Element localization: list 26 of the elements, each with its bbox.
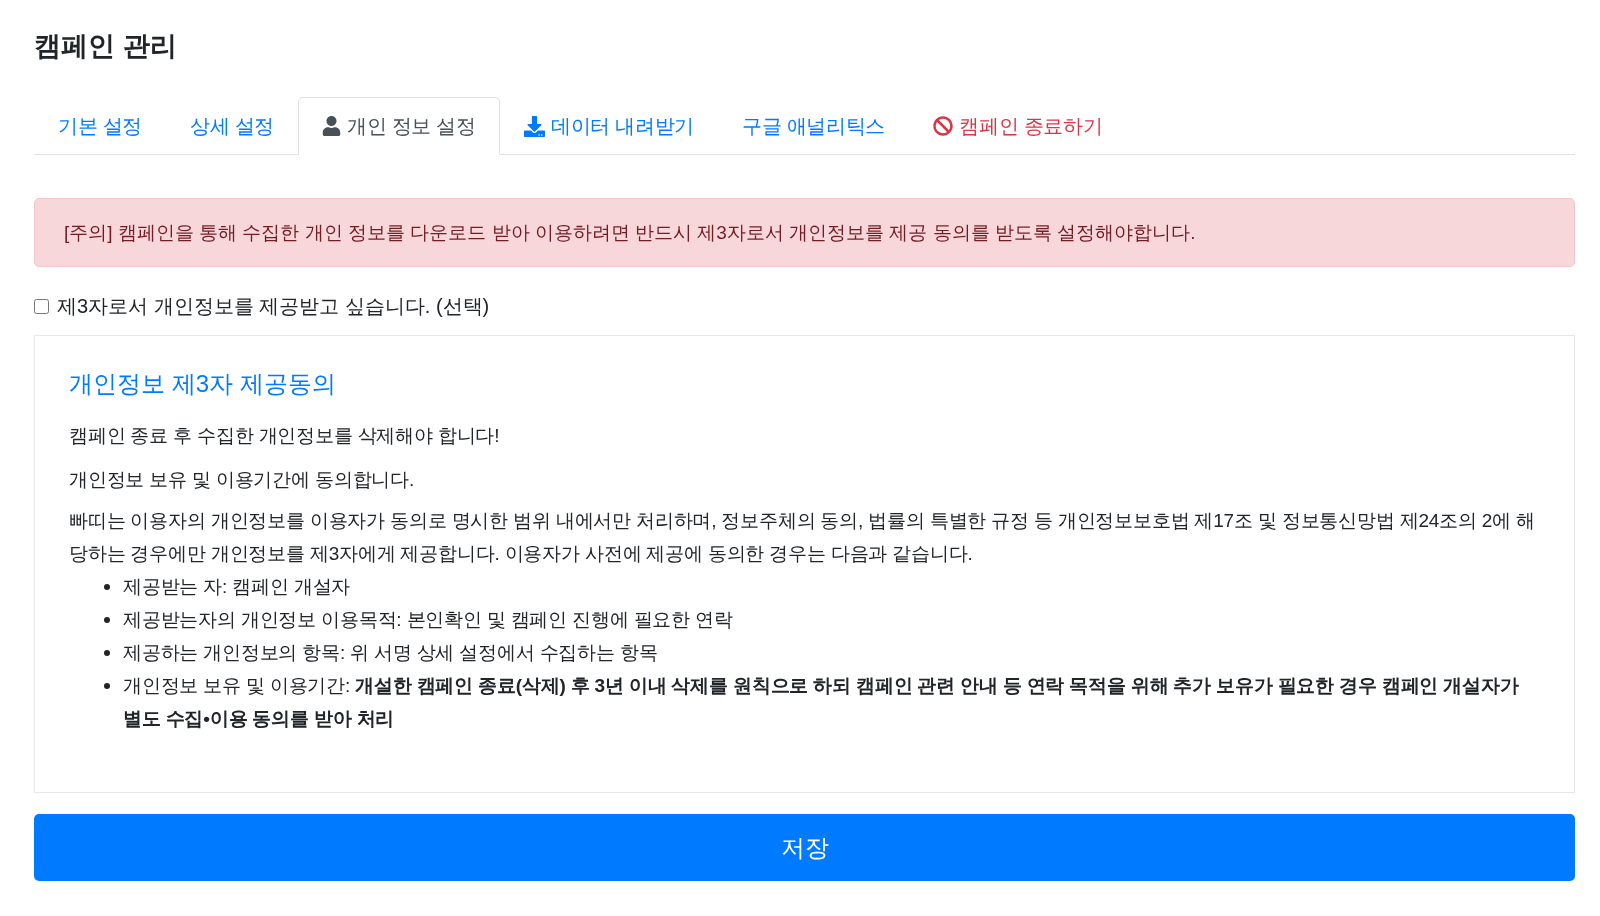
bullet-icon [104, 617, 110, 623]
tab[interactable]: 개인 정보 설정 [298, 97, 500, 155]
list-item-text: 제공받는 자: 캠페인 개설자 [123, 575, 351, 599]
tab[interactable]: 기본 설정 [34, 97, 167, 155]
alert-text: [주의] 캠페인을 통해 수집한 개인 정보를 다운로드 받아 이용하려면 반드시 제3자로서 개인정보를 제공 동의를 받도록 설정해야합니다. [64, 221, 1197, 245]
bullet-icon [104, 650, 110, 656]
ban-icon [933, 116, 954, 136]
tab[interactable]: 데이터 내려받기 [499, 97, 718, 155]
save-button[interactable]: 저장 [34, 814, 1575, 881]
tab[interactable]: 상세 설정 [166, 97, 299, 155]
tab[interactable]: 캠페인 종료하기 [909, 97, 1127, 155]
bullet-icon [104, 683, 110, 689]
tab[interactable]: 구글 애널리틱스 [718, 97, 910, 155]
person-icon [322, 116, 342, 136]
checkbox-label: 제3자로서 개인정보를 제공받고 싶습니다. (선택) [57, 294, 490, 319]
panel-heading: 개인정보 제3자 제공동의 [69, 369, 336, 399]
notice-text: 캠페인 종료 후 수집한 개인정보를 삭제해야 합니다! [69, 424, 500, 448]
list-item-text: 제공받는자의 개인정보 이용목적: 본인확인 및 캠페인 진행에 필요한 연락 [123, 608, 733, 632]
bullet-icon [104, 584, 110, 590]
list-item-text: 제공하는 개인정보의 항목: 위 서명 상세 설정에서 수집하는 항목 [123, 641, 658, 665]
subheading-text: 개인정보 보유 및 이용기간에 동의합니다. [69, 468, 414, 492]
download-icon [523, 115, 545, 137]
page-title: 캠페인 관리 [34, 30, 177, 63]
paragraph-text: 빠띠는 이용자의 개인정보를 이용자가 동의로 명시한 범위 내에서만 처리하며, 정보주체의 동의, 법률의 특별한 규정 등 개인정보보호법 제17조 및 정보통신망법 제24조의 2에 해당하는 경우에만 개인정보를 제3자에게 제공합니다. 이용자가 사전에 제공에 동의한 경우는 다음과 같습니다. [69, 509, 1536, 566]
list-item-text: 개인정보 보유 및 이용기간: 개설한 캠페인 종료(삭제) 후 3년 이내 삭제를 원칙으로 하되 캠페인 관련 안내 등 연락 목적을 위해 추가 보유가 필요한 경우 캠페인 개설자가 별도 수집•이용 동의를 받아 처리 [123, 674, 1520, 731]
checkbox[interactable] [34, 298, 49, 314]
